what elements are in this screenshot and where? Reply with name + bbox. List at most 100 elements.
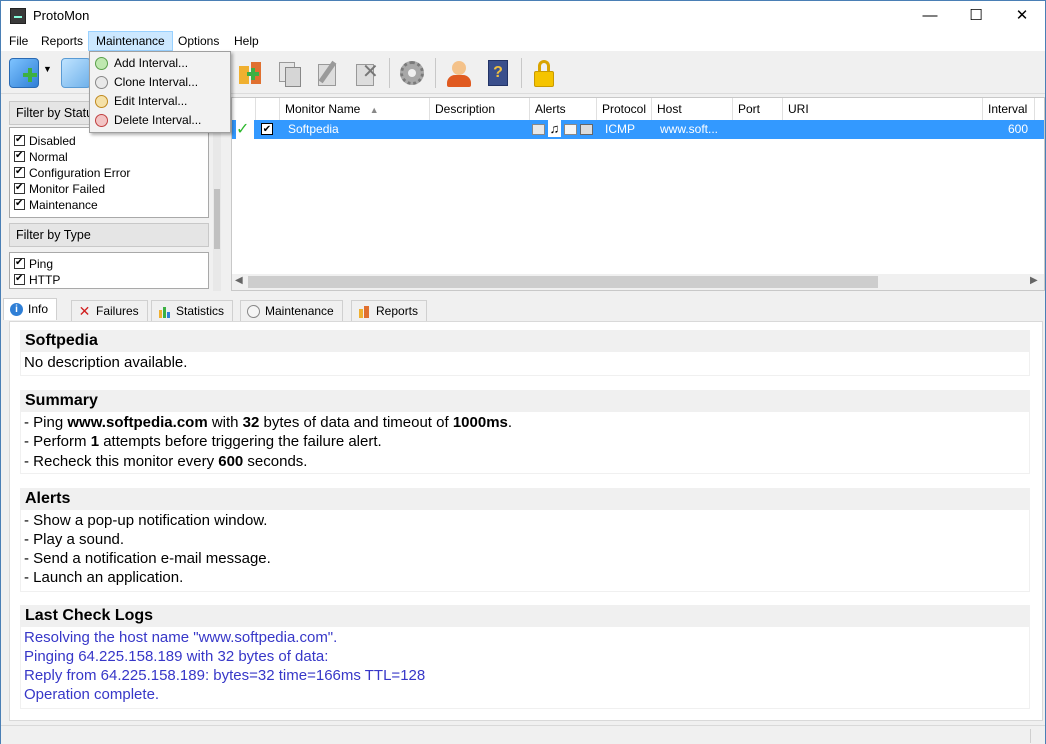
- menu-edit-interval[interactable]: Edit Interval...: [90, 92, 230, 111]
- description-section: No description available.: [20, 352, 1030, 376]
- menu-reports[interactable]: Reports: [34, 31, 90, 51]
- checkbox[interactable]: [14, 149, 25, 163]
- clock-icon: [247, 305, 260, 318]
- col-host[interactable]: Host: [652, 98, 733, 120]
- menu-delete-interval[interactable]: Delete Interval...: [90, 111, 230, 130]
- summary-host: www.softpedia.com: [67, 414, 208, 431]
- window-title: ProtoMon: [33, 8, 90, 23]
- delete-interval-icon: [95, 114, 108, 127]
- filter-label: Monitor Failed: [29, 182, 106, 196]
- log-line: Reply from 64.225.158.189: bytes=32 time…: [24, 667, 426, 684]
- edit-interval-icon: [95, 95, 108, 108]
- scroll-left-icon[interactable]: ◀: [235, 275, 243, 286]
- help-book-icon[interactable]: ?: [483, 58, 513, 88]
- delete-icon[interactable]: ✕: [351, 58, 381, 88]
- status-bar: [1, 725, 1045, 744]
- col-description[interactable]: Description: [430, 98, 530, 120]
- menu-add-interval-label: Add Interval...: [114, 56, 189, 70]
- checkbox[interactable]: [14, 272, 25, 286]
- summary-bytes: 32: [242, 414, 260, 431]
- tab-info[interactable]: i Info: [3, 298, 58, 320]
- tab-reports[interactable]: Reports: [351, 300, 428, 321]
- row-monitor-name: Softpedia: [288, 122, 339, 136]
- scroll-thumb[interactable]: [248, 276, 878, 288]
- summary-attempts: 1: [90, 433, 100, 450]
- row-enabled-checkbox[interactable]: ✔: [261, 123, 273, 135]
- filter-status-normal[interactable]: Normal: [14, 149, 68, 165]
- scroll-thumb[interactable]: [214, 189, 220, 249]
- col-monitor-name[interactable]: Monitor Name ▲: [280, 98, 430, 120]
- menu-add-interval[interactable]: Add Interval...: [90, 54, 230, 73]
- filter-status-maintenance[interactable]: Maintenance: [14, 197, 98, 213]
- filter-label: HTTP: [29, 273, 61, 287]
- filter-label: Ping: [29, 257, 54, 271]
- col-enabled[interactable]: [256, 98, 280, 120]
- popup-alert-icon: [532, 124, 545, 135]
- scroll-right-icon[interactable]: ▶: [1030, 275, 1038, 286]
- col-status[interactable]: [232, 98, 256, 120]
- menu-file[interactable]: File: [2, 31, 35, 51]
- reports-icon: [358, 305, 371, 318]
- text: - Ping: [24, 414, 68, 431]
- col-uri[interactable]: URI: [783, 98, 983, 120]
- checkbox[interactable]: [14, 197, 25, 211]
- filter-type-header[interactable]: Filter by Type: [9, 223, 209, 247]
- clone-interval-icon: [95, 76, 108, 89]
- tab-maintenance[interactable]: Maintenance: [240, 300, 343, 321]
- summary-section: - Ping www.softpedia.com with 32 bytes o…: [20, 412, 1030, 474]
- menu-options[interactable]: Options: [171, 31, 226, 51]
- tab-label: Reports: [376, 304, 419, 318]
- checkbox[interactable]: [14, 133, 25, 147]
- col-protocol[interactable]: Protocol: [597, 98, 652, 120]
- col-interval[interactable]: Interval: [983, 98, 1035, 120]
- logs-title: Last Check Logs: [20, 605, 1030, 627]
- category-add-icon[interactable]: [235, 58, 265, 88]
- lock-icon[interactable]: [529, 58, 559, 88]
- menu-maintenance[interactable]: Maintenance: [88, 31, 173, 51]
- alert-line: - Send a notification e-mail message.: [24, 550, 271, 567]
- minimize-button[interactable]: —: [907, 1, 953, 31]
- edit-icon[interactable]: [313, 58, 343, 88]
- filter-type-ping[interactable]: Ping: [14, 256, 53, 272]
- app-icon: [10, 8, 26, 24]
- close-button[interactable]: ✕: [999, 1, 1045, 31]
- add-monitor-icon[interactable]: [9, 58, 39, 88]
- table-row[interactable]: ✓ ✔ Softpedia ♫ ICMP www.soft... 600: [232, 120, 1044, 139]
- text: .: [507, 414, 513, 431]
- filter-status-config-error[interactable]: Configuration Error: [14, 165, 130, 181]
- add-interval-icon: [95, 57, 108, 70]
- checkbox[interactable]: [14, 181, 25, 195]
- row-alerts: ♫: [532, 120, 596, 139]
- monitor-icon[interactable]: [61, 58, 91, 88]
- menu-clone-interval[interactable]: Clone Interval...: [90, 73, 230, 92]
- support-icon[interactable]: [443, 58, 473, 88]
- copy-icon[interactable]: [275, 58, 305, 88]
- gear-icon[interactable]: [397, 58, 427, 88]
- checkbox[interactable]: [14, 165, 25, 179]
- checkbox[interactable]: [14, 256, 25, 270]
- col-port[interactable]: Port: [733, 98, 783, 120]
- info-panel: Softpedia No description available. Summ…: [9, 321, 1043, 721]
- col-alerts[interactable]: Alerts: [530, 98, 597, 120]
- alerts-title: Alerts: [20, 488, 1030, 510]
- filter-status-disabled[interactable]: Disabled: [14, 133, 76, 149]
- text: seconds.: [243, 453, 308, 470]
- tab-label: Maintenance: [265, 304, 334, 318]
- text: - Recheck this monitor every: [24, 453, 219, 470]
- status-ok-icon: ✓: [236, 120, 254, 139]
- grid-horizontal-scrollbar[interactable]: ◀ ▶: [232, 274, 1044, 290]
- tab-failures[interactable]: ✕ Failures: [71, 300, 148, 321]
- row-description: [435, 120, 525, 139]
- menu-help[interactable]: Help: [227, 31, 266, 51]
- dropdown-arrow-icon[interactable]: ▼: [43, 64, 52, 74]
- monitor-title: Softpedia: [20, 330, 1030, 352]
- filter-type-http[interactable]: HTTP: [14, 272, 60, 288]
- filter-status-monitor-failed[interactable]: Monitor Failed: [14, 181, 105, 197]
- tab-statistics[interactable]: Statistics: [151, 300, 234, 321]
- maximize-button[interactable]: ☐: [953, 1, 999, 31]
- sort-ascending-icon: ▲: [369, 105, 379, 115]
- row-protocol: ICMP: [605, 122, 635, 136]
- alert-line: - Show a pop-up notification window.: [24, 512, 268, 529]
- statistics-icon: [158, 305, 171, 318]
- alerts-section: - Show a pop-up notification window. - P…: [20, 510, 1030, 592]
